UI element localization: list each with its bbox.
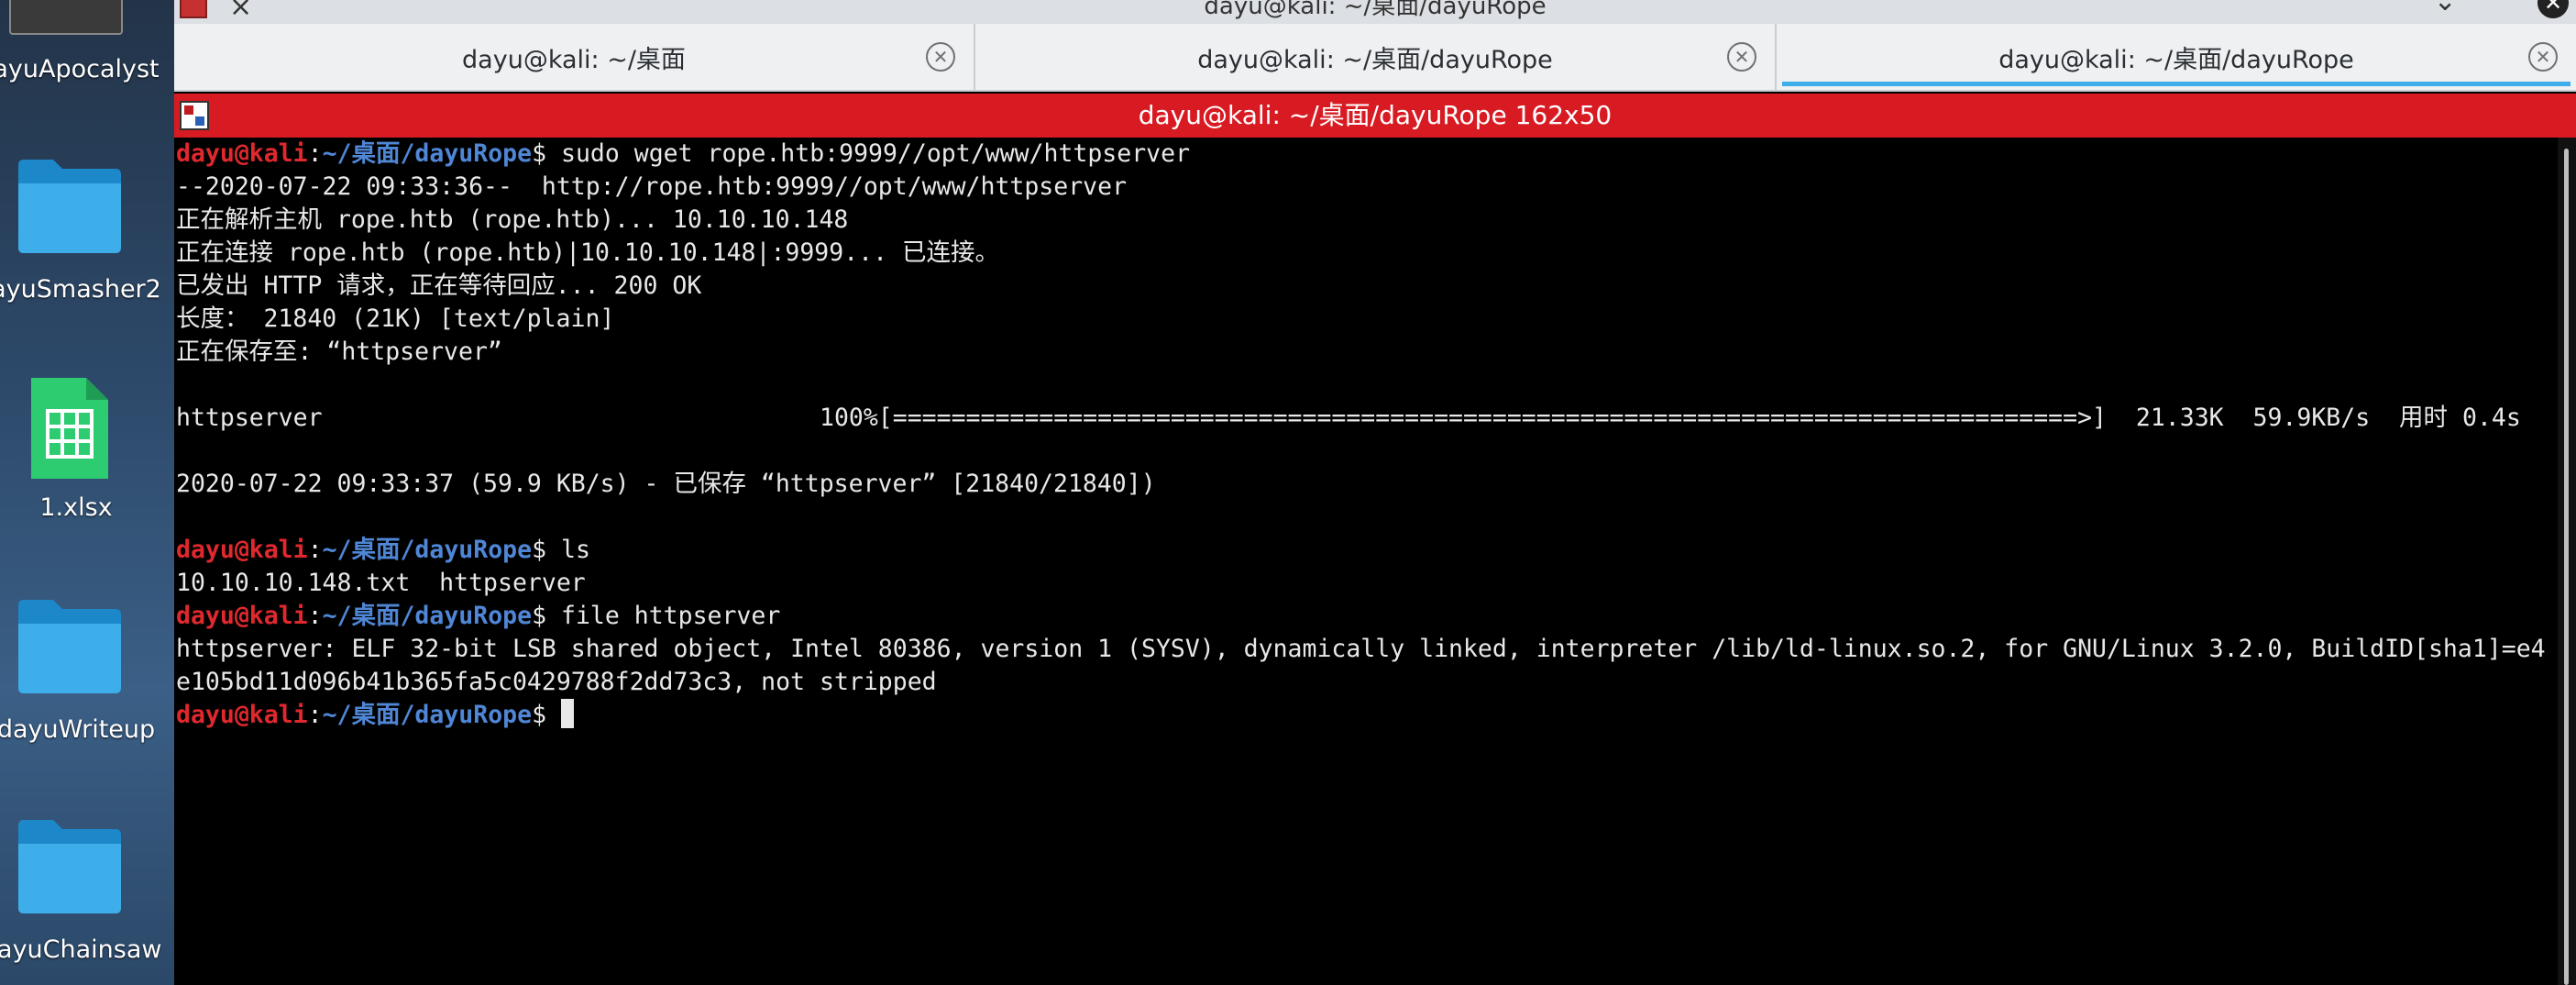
folder-icon <box>18 160 121 253</box>
image-thumbnail-icon <box>9 0 123 35</box>
tab-close-icon[interactable]: ✕ <box>926 42 955 72</box>
window-title: dayu@kali: ~/桌面/dayuRope <box>1204 0 1547 20</box>
terminal-header-bar: dayu@kali: ~/桌面/dayuRope 162x50 <box>174 94 2576 138</box>
prompt-symbol: $ <box>532 536 561 564</box>
prompt-path: ~/桌面/dayuRope <box>322 536 533 564</box>
terminal-output-line: 正在解析主机 rope.htb (rope.htb)... 10.10.10.1… <box>176 205 849 234</box>
tab-label: dayu@kali: ~/桌面/dayuRope <box>1197 45 1553 74</box>
desktop-item-label: ayuApocalyst <box>0 55 160 83</box>
prompt-path: ~/桌面/dayuRope <box>322 139 533 168</box>
tab-close-icon[interactable]: ✕ <box>1727 42 1756 72</box>
prompt-separator: : <box>307 536 323 564</box>
terminal-output-line: 已发出 HTTP 请求，正在等待回应... 200 OK <box>176 271 702 300</box>
terminal-window: × dayu@kali: ~/桌面/dayuRope ⌄ ⌃ ✕ dayu@ka… <box>174 0 2576 985</box>
prompt-symbol: $ <box>532 139 561 168</box>
desktop-item-label: dayuWriteup <box>0 715 156 744</box>
text-cursor <box>560 699 574 728</box>
command-text: file httpserver <box>560 602 781 630</box>
desktop-sidebar: ayuApocalyst ayuSmasher2 1.xlsx dayuWrit… <box>0 0 174 985</box>
terminal-output-line: 正在保存至: “httpserver” <box>176 338 502 366</box>
terminal-prompt-line: dayu@kali:~/桌面/dayuRope$ file httpserver <box>176 600 2556 633</box>
prompt-separator: : <box>307 602 323 630</box>
prompt-path: ~/桌面/dayuRope <box>322 701 533 729</box>
command-text: sudo wget rope.htb:9999//opt/www/httpser… <box>560 139 1191 168</box>
folder-icon <box>18 600 121 693</box>
terminal-output-line: --2020-07-22 09:33:36-- http://rope.htb:… <box>176 172 1128 201</box>
terminal-output-line: e105bd11d096b41b365fa5c0429788f2dd73c3, … <box>176 668 937 696</box>
terminal-prompt-line: dayu@kali:~/桌面/dayuRope$ <box>176 699 2556 732</box>
desktop-item-label: 1.xlsx <box>39 493 113 522</box>
terminal-scrollbar[interactable] <box>2558 138 2576 985</box>
prompt-user: dayu@kali <box>176 701 308 729</box>
window-close-icon[interactable]: ✕ <box>2537 0 2569 18</box>
scrollbar-thumb[interactable] <box>2564 149 2569 985</box>
maximize-icon[interactable]: ⌃ <box>2485 0 2508 17</box>
prompt-user: dayu@kali <box>176 536 308 564</box>
terminal-output-line: httpserver: ELF 32-bit LSB shared object… <box>176 635 2546 663</box>
folder-icon <box>18 820 121 913</box>
window-controls: ⌄ ⌃ ✕ <box>2414 0 2569 18</box>
terminal-prompt-line: dayu@kali:~/桌面/dayuRope$ ls <box>176 534 2556 567</box>
terminal-prompt-line: dayu@kali:~/桌面/dayuRope$ sudo wget rope.… <box>176 138 2556 171</box>
prompt-user: dayu@kali <box>176 139 308 168</box>
prompt-separator: : <box>307 139 323 168</box>
tab-dayurope-1[interactable]: dayu@kali: ~/桌面/dayuRope ✕ <box>975 24 1777 90</box>
window-titlebar[interactable]: × dayu@kali: ~/桌面/dayuRope ⌄ ⌃ ✕ <box>174 0 2576 24</box>
tab-label: dayu@kali: ~/桌面 <box>462 45 686 74</box>
tab-label: dayu@kali: ~/桌面/dayuRope <box>1998 45 2354 74</box>
minimize-icon[interactable]: ⌄ <box>2434 0 2457 17</box>
terminal-output-line: 长度： 21840 (21K) [text/plain] <box>176 304 615 333</box>
desktop-item-label: ayuSmasher2 <box>0 275 161 304</box>
prompt-separator: : <box>307 701 323 729</box>
prompt-user: dayu@kali <box>176 602 308 630</box>
tab-close-icon[interactable]: ✕ <box>2528 42 2558 72</box>
tab-bar: dayu@kali: ~/桌面 ✕ dayu@kali: ~/桌面/dayuRo… <box>174 24 2576 92</box>
terminal-output-line: 2020-07-22 09:33:37 (59.9 KB/s) - 已保存 “h… <box>176 470 1156 498</box>
tab-dayurope-2-active[interactable]: dayu@kali: ~/桌面/dayuRope ✕ <box>1777 24 2576 90</box>
spreadsheet-file-icon <box>31 378 108 479</box>
prompt-path: ~/桌面/dayuRope <box>322 602 533 630</box>
terminal-output-line: httpserver 100%[========================… <box>176 404 2521 432</box>
prompt-symbol: $ <box>532 602 561 630</box>
command-text: ls <box>560 536 590 564</box>
desktop-item-label: layuChainsaw <box>0 935 162 964</box>
terminal-output-line: 10.10.10.148.txt httpserver <box>176 569 586 597</box>
terminal-output[interactable]: dayu@kali:~/桌面/dayuRope$ sudo wget rope.… <box>176 138 2556 985</box>
tab-desktop[interactable]: dayu@kali: ~/桌面 ✕ <box>174 24 975 90</box>
prompt-symbol: $ <box>532 701 561 729</box>
terminal-output-line: 正在连接 rope.htb (rope.htb)|10.10.10.148|:9… <box>176 238 1000 267</box>
terminal-header-title: dayu@kali: ~/桌面/dayuRope 162x50 <box>1138 100 1613 130</box>
